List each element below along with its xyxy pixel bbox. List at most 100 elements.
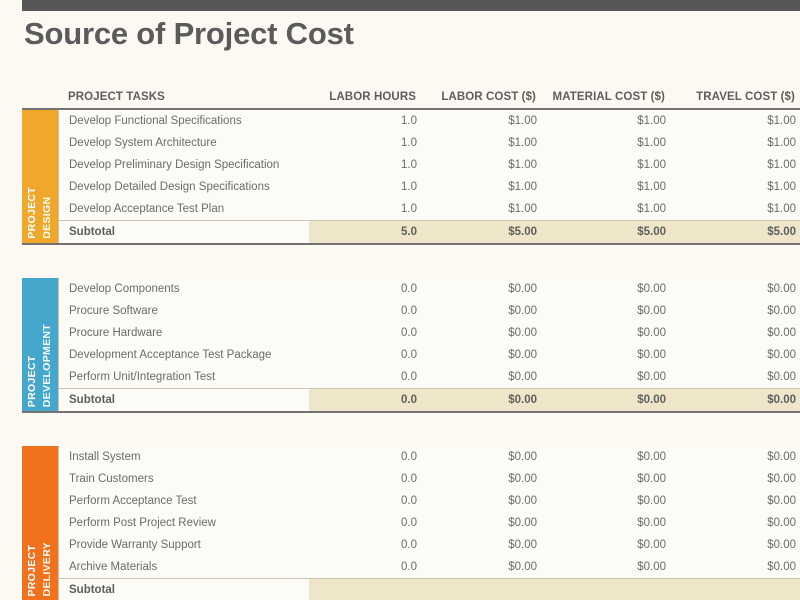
column-header-material: MATERIAL COST ($): [548, 86, 678, 108]
cell-task: Develop Preliminary Design Specification: [59, 154, 309, 176]
cell-hours: 1.0: [309, 132, 429, 154]
cell-travel: $0.00: [679, 468, 800, 490]
cell-material: $1.00: [549, 132, 679, 154]
cell-hours: 0.0: [309, 278, 429, 300]
table-row[interactable]: Develop System Architecture1.0$1.00$1.00…: [59, 132, 800, 154]
cell-material: $0.00: [549, 490, 679, 512]
subtotal-labor: [429, 579, 549, 600]
cell-task: Perform Post Project Review: [59, 512, 309, 534]
section-bottom-rule: [22, 411, 800, 413]
section-label: PROJECT DELIVERY: [25, 542, 55, 597]
section-rows: Develop Functional Specifications1.0$1.0…: [58, 110, 800, 243]
cell-labor: $0.00: [429, 556, 549, 578]
section-bottom-rule: [22, 243, 800, 245]
section-project-design: PROJECT DESIGN Develop Functional Specifi…: [0, 110, 800, 245]
section-body: PROJECT DESIGN Develop Functional Specifi…: [0, 110, 800, 243]
table-row[interactable]: Provide Warranty Support0.0$0.00$0.00$0.…: [59, 534, 800, 556]
subtotal-hours: 0.0: [309, 389, 429, 411]
table-row[interactable]: Development Acceptance Test Package0.0$0…: [59, 344, 800, 366]
header-sidetab-spacer: [22, 86, 58, 108]
table-row[interactable]: Perform Post Project Review0.0$0.00$0.00…: [59, 512, 800, 534]
cell-material: $0.00: [549, 468, 679, 490]
section-label-wrap: PROJECT DEVELOPMENT: [22, 324, 58, 407]
section-label: PROJECT DEVELOPMENT: [25, 324, 55, 407]
section-color-tab: PROJECT DELIVERY: [22, 446, 58, 600]
cell-labor: $1.00: [429, 110, 549, 132]
cell-hours: 1.0: [309, 176, 429, 198]
cell-task: Development Acceptance Test Package: [59, 344, 309, 366]
cell-labor: $0.00: [429, 366, 549, 388]
cell-material: $1.00: [549, 198, 679, 220]
header-gutter: [0, 86, 22, 108]
table-row[interactable]: Perform Unit/Integration Test0.0$0.00$0.…: [59, 366, 800, 388]
section-label: PROJECT DESIGN: [25, 187, 55, 239]
subtotal-labor: $5.00: [429, 221, 549, 243]
subtotal-travel: $5.00: [679, 221, 800, 243]
table-row[interactable]: Procure Software0.0$0.00$0.00$0.00: [59, 300, 800, 322]
section-body: PROJECT DEVELOPMENTDevelop Components0.0…: [0, 278, 800, 411]
cell-hours: 0.0: [309, 490, 429, 512]
table-row[interactable]: Develop Acceptance Test Plan1.0$1.00$1.0…: [59, 198, 800, 220]
table-row[interactable]: Install System0.0$0.00$0.00$0.00: [59, 446, 800, 468]
table-row[interactable]: Develop Functional Specifications1.0$1.0…: [59, 110, 800, 132]
table-row[interactable]: Archive Materials0.0$0.00$0.00$0.00: [59, 556, 800, 578]
section-project-development: PROJECT DEVELOPMENTDevelop Components0.0…: [0, 278, 800, 413]
cell-hours: 0.0: [309, 446, 429, 468]
cell-labor: $1.00: [429, 132, 549, 154]
cell-hours: 0.0: [309, 468, 429, 490]
cell-task: Develop Functional Specifications: [59, 110, 309, 132]
subtotal-row: Subtotal: [59, 578, 800, 600]
table-row[interactable]: Develop Detailed Design Specifications1.…: [59, 176, 800, 198]
cell-labor: $0.00: [429, 490, 549, 512]
table-header-row: PROJECT TASKS LABOR HOURS LABOR COST ($)…: [0, 86, 800, 108]
cell-task: Provide Warranty Support: [59, 534, 309, 556]
subtotal-row: Subtotal0.0$0.00$0.00$0.00: [59, 388, 800, 411]
table-row[interactable]: Procure Hardware0.0$0.00$0.00$0.00: [59, 322, 800, 344]
cell-task: Develop Components: [59, 278, 309, 300]
section-label-wrap: PROJECT DESIGN: [22, 187, 58, 239]
cell-material: $0.00: [549, 366, 679, 388]
table-row[interactable]: Develop Components0.0$0.00$0.00$0.00: [59, 278, 800, 300]
column-header-travel: TRAVEL COST ($): [678, 86, 800, 108]
cost-table: PROJECT TASKS LABOR HOURS LABOR COST ($)…: [0, 86, 800, 600]
cell-task: Train Customers: [59, 468, 309, 490]
section-gap: [0, 413, 800, 446]
subtotal-travel: $0.00: [679, 389, 800, 411]
cell-labor: $0.00: [429, 468, 549, 490]
section-gap: [0, 245, 800, 278]
cell-labor: $0.00: [429, 300, 549, 322]
cell-travel: $0.00: [679, 512, 800, 534]
cell-material: $1.00: [549, 154, 679, 176]
cell-travel: $0.00: [679, 446, 800, 468]
subtotal-material: [549, 579, 679, 600]
cell-travel: $1.00: [679, 198, 800, 220]
cell-travel: $0.00: [679, 556, 800, 578]
cell-material: $0.00: [549, 446, 679, 468]
page-title: Source of Project Cost: [24, 16, 354, 52]
cell-labor: $0.00: [429, 322, 549, 344]
cell-material: $0.00: [549, 534, 679, 556]
cell-task: Develop Acceptance Test Plan: [59, 198, 309, 220]
cell-task: Procure Software: [59, 300, 309, 322]
cell-hours: 0.0: [309, 300, 429, 322]
cell-travel: $0.00: [679, 366, 800, 388]
cell-hours: 1.0: [309, 110, 429, 132]
cell-labor: $0.00: [429, 344, 549, 366]
section-color-tab: PROJECT DEVELOPMENT: [22, 278, 58, 411]
section-label-wrap: PROJECT DELIVERY: [22, 542, 58, 597]
cell-hours: 0.0: [309, 322, 429, 344]
cell-material: $1.00: [549, 176, 679, 198]
table-row[interactable]: Train Customers0.0$0.00$0.00$0.00: [59, 468, 800, 490]
table-sections: PROJECT DESIGN Develop Functional Specifi…: [0, 110, 800, 600]
subtotal-row: Subtotal5.0$5.00$5.00$5.00: [59, 220, 800, 243]
cell-hours: 0.0: [309, 556, 429, 578]
cell-travel: $1.00: [679, 176, 800, 198]
section-rows: Develop Components0.0$0.00$0.00$0.00Proc…: [58, 278, 800, 411]
section-body: PROJECT DELIVERYInstall System0.0$0.00$0…: [0, 446, 800, 600]
table-row[interactable]: Develop Preliminary Design Specification…: [59, 154, 800, 176]
cell-task: Develop Detailed Design Specifications: [59, 176, 309, 198]
table-row[interactable]: Perform Acceptance Test0.0$0.00$0.00$0.0…: [59, 490, 800, 512]
cell-labor: $0.00: [429, 278, 549, 300]
subtotal-labor: $0.00: [429, 389, 549, 411]
document-page: Source of Project Cost PROJECT TASKS LAB…: [0, 0, 800, 600]
